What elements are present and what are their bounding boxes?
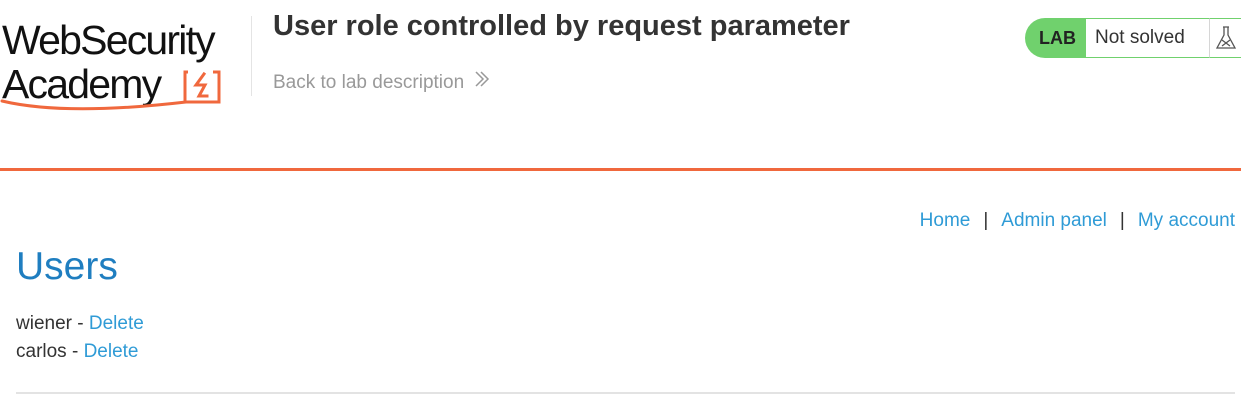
lab-status-text: Not solved <box>1086 18 1209 58</box>
lab-badge: LAB <box>1025 18 1086 58</box>
admin-panel-link[interactable]: Admin panel <box>1001 208 1107 234</box>
academy-header: WebSecurity Academy User role controlled… <box>0 0 1241 171</box>
footer-divider <box>16 392 1235 394</box>
back-link-label: Back to lab description <box>273 71 465 93</box>
delete-user-link[interactable]: Delete <box>84 341 139 362</box>
flask-icon <box>1209 18 1241 58</box>
web-security-academy-logo[interactable]: WebSecurity Academy <box>0 12 250 111</box>
username: wiener <box>16 313 72 334</box>
my-account-link[interactable]: My account <box>1138 208 1235 234</box>
nav-separator: | <box>1119 210 1125 231</box>
page-title: Users <box>16 245 118 288</box>
list-item: wiener - Delete <box>16 310 144 338</box>
delete-user-link[interactable]: Delete <box>89 313 144 334</box>
logo-underline-icon <box>0 99 188 111</box>
home-link[interactable]: Home <box>920 208 971 234</box>
user-list: wiener - Delete carlos - Delete <box>16 310 144 366</box>
logo-text-line1: WebSecurity <box>2 17 216 63</box>
username: carlos <box>16 341 67 362</box>
list-item: carlos - Delete <box>16 338 144 366</box>
header-divider <box>251 16 252 96</box>
nav-separator: | <box>983 210 989 231</box>
user-separator: - <box>77 313 84 334</box>
bolt-icon <box>183 70 221 104</box>
lab-status-widget: LAB Not solved <box>1025 18 1241 58</box>
user-separator: - <box>71 341 79 362</box>
top-navigation: Home | Admin panel | My account <box>920 208 1235 234</box>
lab-title: User role controlled by request paramete… <box>273 10 850 42</box>
double-chevron-right-icon <box>474 70 490 95</box>
back-to-lab-description-link[interactable]: Back to lab description <box>273 70 490 95</box>
